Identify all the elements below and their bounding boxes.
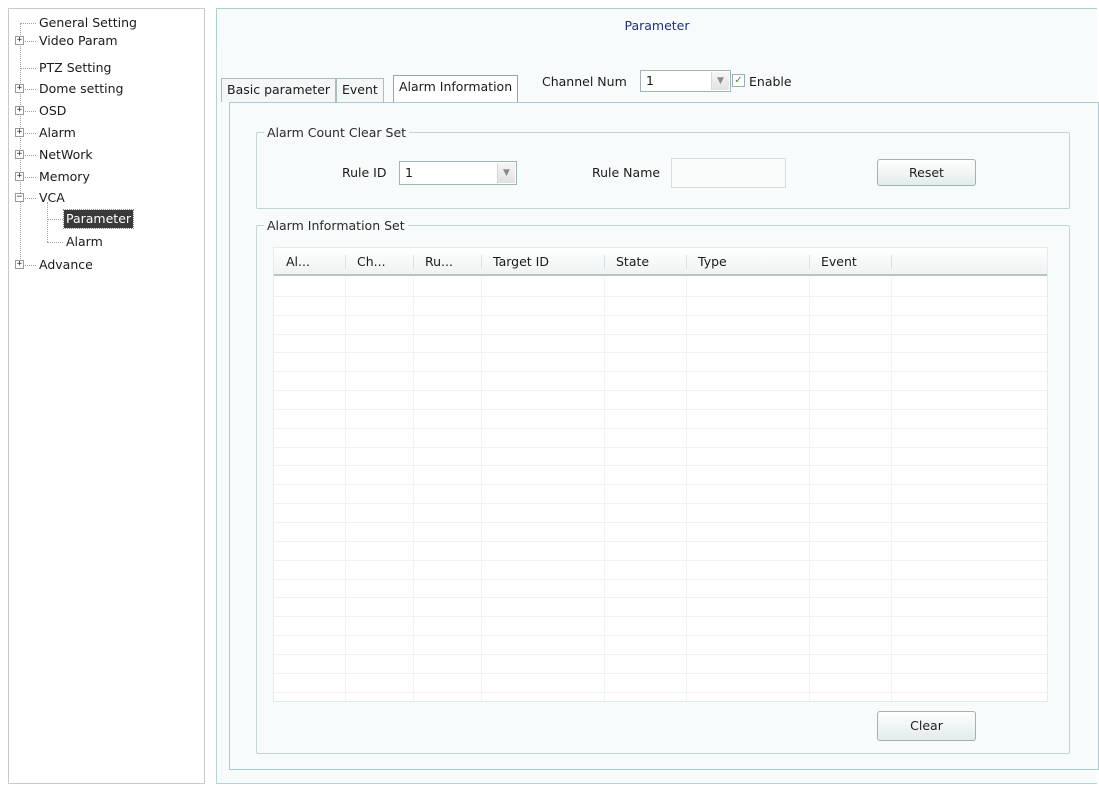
column-divider[interactable] <box>413 255 414 269</box>
tree-item-general-setting[interactable]: General Setting <box>37 14 139 32</box>
tree-connector <box>20 23 36 24</box>
table-row[interactable] <box>274 410 1047 429</box>
table-row[interactable] <box>274 636 1047 655</box>
table-row[interactable] <box>274 353 1047 373</box>
channel-num-select[interactable]: 1 ▼ <box>640 70 731 92</box>
table-row[interactable] <box>274 316 1047 335</box>
column-header[interactable]: Event <box>809 248 857 276</box>
alarm-count-clear-legend: Alarm Count Clear Set <box>267 125 407 140</box>
page-title: Parameter <box>216 8 1097 42</box>
column-gridline <box>345 278 346 701</box>
table-row[interactable] <box>274 504 1047 523</box>
clear-button[interactable]: Clear <box>877 711 976 741</box>
plus-box-icon[interactable]: + <box>15 172 24 181</box>
table-header: Al... Ch... Ru... Target ID State Type Event <box>274 248 1047 276</box>
table-row[interactable] <box>274 335 1047 354</box>
tab-event[interactable]: Event <box>336 78 384 102</box>
plus-box-icon[interactable]: + <box>15 106 24 115</box>
column-gridline <box>809 278 810 701</box>
plus-box-icon[interactable]: + <box>15 260 24 269</box>
rule-id-label: Rule ID <box>342 165 387 180</box>
enable-label: Enable <box>749 74 792 89</box>
chevron-down-icon[interactable]: ▼ <box>497 163 515 183</box>
tree-connector <box>47 242 63 243</box>
column-divider[interactable] <box>604 255 605 269</box>
alarm-information-legend: Alarm Information Set <box>267 218 405 233</box>
rule-name-label: Rule Name <box>592 165 661 180</box>
tree-item-ptz-setting[interactable]: PTZ Setting <box>37 59 113 77</box>
tree-connector <box>47 202 48 242</box>
table-row[interactable] <box>274 391 1047 410</box>
plus-box-icon[interactable]: + <box>15 128 24 137</box>
column-header[interactable] <box>891 248 903 276</box>
tree-item-advance[interactable]: Advance <box>37 256 95 274</box>
tree-item-video-param[interactable]: Video Param <box>37 32 120 50</box>
table-row[interactable] <box>274 523 1047 542</box>
column-divider[interactable] <box>345 255 346 269</box>
minus-box-icon[interactable]: − <box>15 193 24 202</box>
reset-button[interactable]: Reset <box>877 159 976 186</box>
rule-id-select[interactable]: 1 ▼ <box>399 161 517 185</box>
table-row[interactable] <box>274 429 1047 448</box>
rule-name-field[interactable] <box>671 158 786 188</box>
column-header[interactable]: Ru... <box>413 248 453 276</box>
tree-item-alarm[interactable]: Alarm <box>37 124 78 142</box>
tree-connector <box>47 219 63 220</box>
enable-checkbox[interactable]: ✓ <box>732 74 745 87</box>
table-row[interactable] <box>274 655 1047 674</box>
tab-basic-parameter[interactable]: Basic parameter <box>221 78 337 102</box>
channel-num-label: Channel Num <box>542 74 627 89</box>
plus-box-icon[interactable]: + <box>15 84 24 93</box>
column-gridline <box>413 278 414 701</box>
table-row[interactable] <box>274 617 1047 637</box>
plus-box-icon[interactable]: + <box>15 150 24 159</box>
plus-box-icon[interactable]: + <box>15 36 24 45</box>
column-divider[interactable] <box>481 255 482 269</box>
settings-tree[interactable]: General Setting + Video Param PTZ Setting + D… <box>8 8 205 784</box>
column-header[interactable]: State <box>604 248 649 276</box>
tree-item-vca[interactable]: VCA <box>37 189 67 207</box>
table-row[interactable] <box>274 693 1047 701</box>
rule-id-value: 1 <box>405 165 413 180</box>
table-row[interactable] <box>274 485 1047 505</box>
alarm-information-table[interactable]: Al... Ch... Ru... Target ID State Type Event <box>273 247 1048 702</box>
channel-num-value: 1 <box>646 73 654 88</box>
column-divider[interactable] <box>686 255 687 269</box>
table-row[interactable] <box>274 372 1047 392</box>
tab-alarm-information[interactable]: Alarm Information <box>393 75 519 102</box>
column-header[interactable]: Ch... <box>345 248 386 276</box>
chevron-down-icon[interactable]: ▼ <box>711 72 729 90</box>
tree-item-osd[interactable]: OSD <box>37 102 68 120</box>
column-divider[interactable] <box>809 255 810 269</box>
table-row[interactable] <box>274 561 1047 580</box>
tree-item-memory[interactable]: Memory <box>37 168 92 186</box>
checkmark-icon: ✓ <box>734 75 743 86</box>
table-row[interactable] <box>274 466 1047 486</box>
column-divider[interactable] <box>891 255 892 269</box>
column-gridline <box>481 278 482 701</box>
tree-item-dome-setting[interactable]: Dome setting <box>37 80 125 98</box>
table-row[interactable] <box>274 297 1047 316</box>
column-gridline <box>686 278 687 701</box>
table-row[interactable] <box>274 448 1047 467</box>
tree-item-vca-parameter[interactable]: Parameter <box>62 209 135 229</box>
table-row[interactable] <box>274 542 1047 561</box>
column-gridline <box>604 278 605 701</box>
tree-connector <box>20 23 21 265</box>
table-row[interactable] <box>274 598 1047 618</box>
column-header[interactable]: Target ID <box>481 248 549 276</box>
column-header[interactable]: Al... <box>274 248 310 276</box>
tree-item-vca-alarm[interactable]: Alarm <box>64 233 105 251</box>
column-gridline <box>891 278 892 701</box>
column-header[interactable]: Type <box>686 248 727 276</box>
tree-item-network[interactable]: NetWork <box>37 146 95 164</box>
tree-connector <box>20 68 36 69</box>
table-body[interactable] <box>274 278 1047 701</box>
table-row[interactable] <box>274 278 1047 297</box>
table-row[interactable] <box>274 674 1047 693</box>
table-row[interactable] <box>274 580 1047 599</box>
